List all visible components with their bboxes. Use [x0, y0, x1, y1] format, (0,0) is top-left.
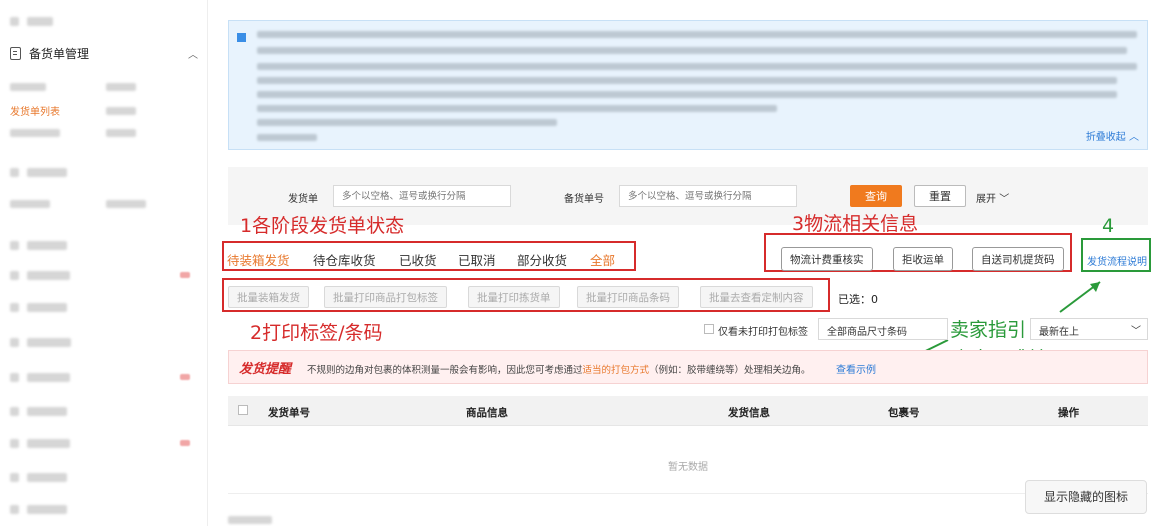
tab-received[interactable]: 已收货 [399, 250, 437, 269]
tab-cancelled[interactable]: 已取消 [458, 250, 496, 269]
col-shipment-no: 发货单号 [268, 407, 310, 419]
view-example-link[interactable]: 查看示例 [836, 361, 876, 376]
sort-select[interactable]: 最新在上 ﹀ [1030, 318, 1148, 340]
col-package-no: 包裹号 [888, 407, 920, 419]
show-hidden-icons-tooltip: 显示隐藏的图标 [1025, 480, 1147, 514]
tab-pending-warehouse[interactable]: 待仓库收货 [313, 250, 376, 269]
logistics-fee-verify-button[interactable]: 物流计费重核实 [781, 247, 873, 271]
footer-fragment [228, 514, 308, 526]
unprinted-only-label: 仅看未打印打包标签 [718, 327, 808, 338]
col-product-info: 商品信息 [466, 407, 508, 419]
table-body: 暂无数据 [228, 426, 1148, 494]
empty-state: 暂无数据 [668, 462, 708, 473]
shipping-warning-bar: 发货提醒 不规则的边角对包裹的体积测量一般会有影响，因此您可考虑通过适当的打包方… [228, 350, 1148, 384]
col-actions: 操作 [1058, 407, 1079, 419]
batch-pack-ship-button[interactable]: 批量装箱发货 [228, 286, 309, 308]
tab-partial-received[interactable]: 部分收货 [517, 250, 567, 269]
shipping-flow-guide-link[interactable]: 发货流程说明 [1087, 253, 1147, 268]
reject-waybill-button[interactable]: 拒收运单 [893, 247, 953, 271]
app-root: 备货单管理 ︿ 发货单列表 折叠收起 ︿ 发货单 备货单号 [0, 0, 1153, 526]
batch-print-pick-list-button[interactable]: 批量打印拣货单 [468, 286, 560, 308]
col-shipping-info: 发货信息 [728, 407, 770, 419]
select-all-checkbox[interactable] [238, 405, 248, 415]
unprinted-only-checkbox[interactable] [704, 324, 714, 334]
warning-title: 发货提醒 [239, 362, 292, 377]
tab-all[interactable]: 全部 [590, 250, 615, 269]
size-barcode-select[interactable]: 全部商品尺寸条码 [818, 318, 948, 340]
chevron-down-icon: ﹀ [1131, 326, 1141, 337]
table-header: 发货单号 商品信息 发货信息 包裹号 操作 [228, 396, 1148, 426]
warning-text: 不规则的边角对包裹的体积测量一般会有影响，因此您可考虑通过适当的打包方式（例如：… [307, 365, 811, 376]
batch-print-pack-label-button[interactable]: 批量打印商品打包标签 [324, 286, 447, 308]
selected-count: 已选：0 [838, 293, 878, 306]
tab-pending-packing[interactable]: 待装箱发货 [227, 250, 290, 269]
batch-view-custom-button[interactable]: 批量去查看定制内容 [700, 286, 813, 308]
driver-pickup-code-button[interactable]: 自送司机提货码 [972, 247, 1064, 271]
batch-print-barcode-button[interactable]: 批量打印商品条码 [577, 286, 679, 308]
